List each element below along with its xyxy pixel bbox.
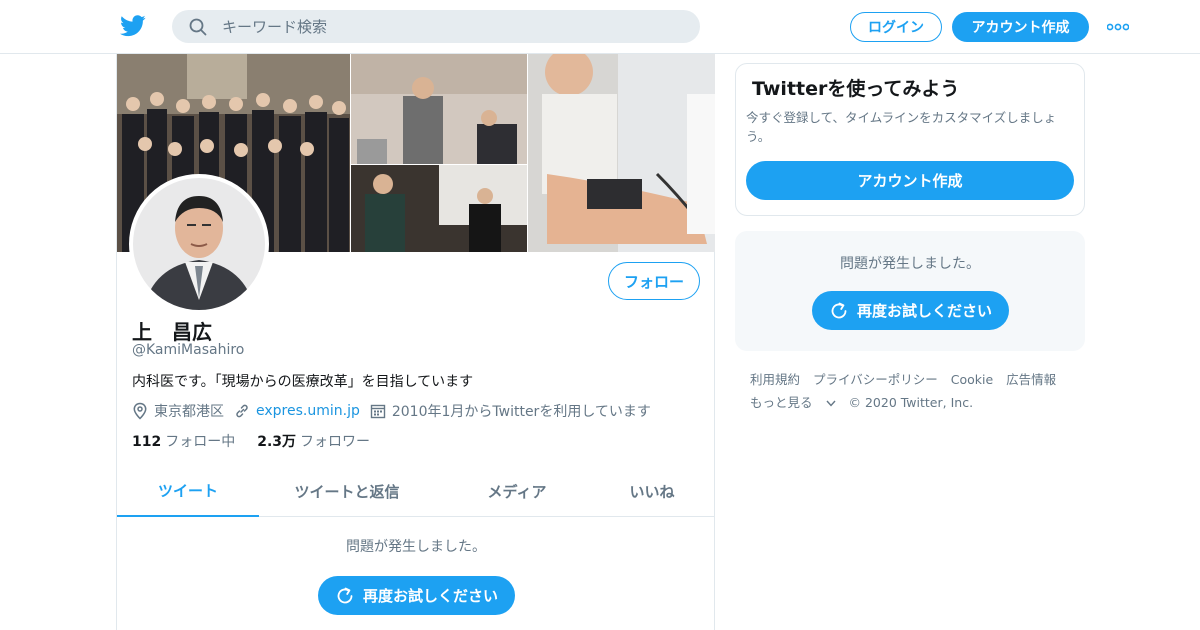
login-button[interactable]: ログイン <box>850 12 942 42</box>
sidebar-error-text: 問題が発生しました。 <box>840 256 980 272</box>
location-item: 東京都港区 <box>132 401 224 421</box>
signup-card-description: 今すぐ登録して、タイムラインをカスタマイズしましょう。 <box>746 110 1057 144</box>
top-navigation-bar: ログイン アカウント作成 <box>0 0 1200 54</box>
signup-card-title: Twitterを使ってみよう <box>752 78 960 100</box>
profile-bio: 内科医です。「現場からの医療改革」を目指しています <box>132 374 474 390</box>
followers-stat[interactable]: 2.3万 フォロワー <box>257 431 370 451</box>
timeline-retry-label: 再度お試しください <box>362 587 498 605</box>
profile-stats: 112 フォロー中 2.3万 フォロワー <box>132 431 392 451</box>
search-icon <box>189 18 207 36</box>
sidebar-retry-button[interactable]: 再度お試しください <box>812 291 1009 330</box>
follow-button[interactable]: フォロー <box>608 262 700 300</box>
website-link[interactable]: expres.umin.jp <box>256 403 360 419</box>
sidebar-footer: 利用規約 プライバシーポリシー Cookie 広告情報 もっと見る © 2020… <box>750 368 1080 414</box>
tab-media[interactable]: メディア <box>467 466 567 517</box>
sidebar-retry-label: 再度お試しください <box>856 302 992 320</box>
footer-copyright: © 2020 Twitter, Inc. <box>848 395 974 410</box>
signup-button[interactable]: アカウント作成 <box>952 12 1089 42</box>
profile-column: フォロー 上 昌広 @KamiMasahiro 内科医です。「現場からの医療改革… <box>116 54 715 630</box>
tab-tweets-and-replies[interactable]: ツイートと返信 <box>277 466 417 517</box>
refresh-icon <box>337 587 353 603</box>
profile-name: 上 昌広 <box>132 320 212 344</box>
search-box[interactable] <box>172 10 700 43</box>
sidebar-error-card: 問題が発生しました。 再度お試しください <box>735 231 1085 351</box>
profile-handle[interactable]: @KamiMasahiro <box>132 342 244 358</box>
calendar-icon <box>370 404 386 419</box>
followers-label: フォロワー <box>300 434 371 450</box>
following-count: 112 <box>132 434 162 450</box>
timeline-error-text: 問題が発生しました。 <box>346 539 486 555</box>
footer-link-ads[interactable]: 広告情報 <box>1006 372 1056 387</box>
footer-link-cookie[interactable]: Cookie <box>951 372 993 387</box>
following-label: フォロー中 <box>165 434 236 450</box>
profile-avatar[interactable] <box>129 174 269 314</box>
location-pin-icon <box>133 402 147 420</box>
joined-item: 2010年1月からTwitterを利用しています <box>370 401 651 421</box>
profile-meta: 東京都港区 expres.umin.jp 2010年1月からTwitterを利用… <box>132 401 661 421</box>
footer-more-label: もっと見る <box>750 395 813 410</box>
link-icon <box>236 404 248 418</box>
search-input[interactable] <box>222 10 682 43</box>
followers-count: 2.3万 <box>257 434 297 450</box>
avatar-photo <box>133 178 265 310</box>
signup-card-button[interactable]: アカウント作成 <box>746 161 1074 200</box>
tab-tweets[interactable]: ツイート <box>117 466 259 517</box>
footer-more-link[interactable]: もっと見る <box>750 395 836 410</box>
signup-card: Twitterを使ってみよう 今すぐ登録して、タイムラインをカスタマイズしましょ… <box>735 63 1085 216</box>
twitter-bird-icon[interactable] <box>120 14 146 38</box>
following-stat[interactable]: 112 フォロー中 <box>132 431 235 451</box>
profile-tabs: ツイート ツイートと返信 メディア いいね <box>117 466 715 517</box>
location-text: 東京都港区 <box>154 404 224 420</box>
chevron-down-icon <box>825 400 836 407</box>
refresh-icon <box>831 302 847 318</box>
footer-link-privacy[interactable]: プライバシーポリシー <box>813 372 938 387</box>
more-icon[interactable] <box>1107 22 1129 32</box>
footer-link-terms[interactable]: 利用規約 <box>750 372 800 387</box>
timeline-retry-button[interactable]: 再度お試しください <box>318 576 515 615</box>
tab-likes[interactable]: いいね <box>607 466 697 517</box>
website-item: expres.umin.jp <box>234 403 360 419</box>
joined-text: 2010年1月からTwitterを利用しています <box>391 404 651 420</box>
